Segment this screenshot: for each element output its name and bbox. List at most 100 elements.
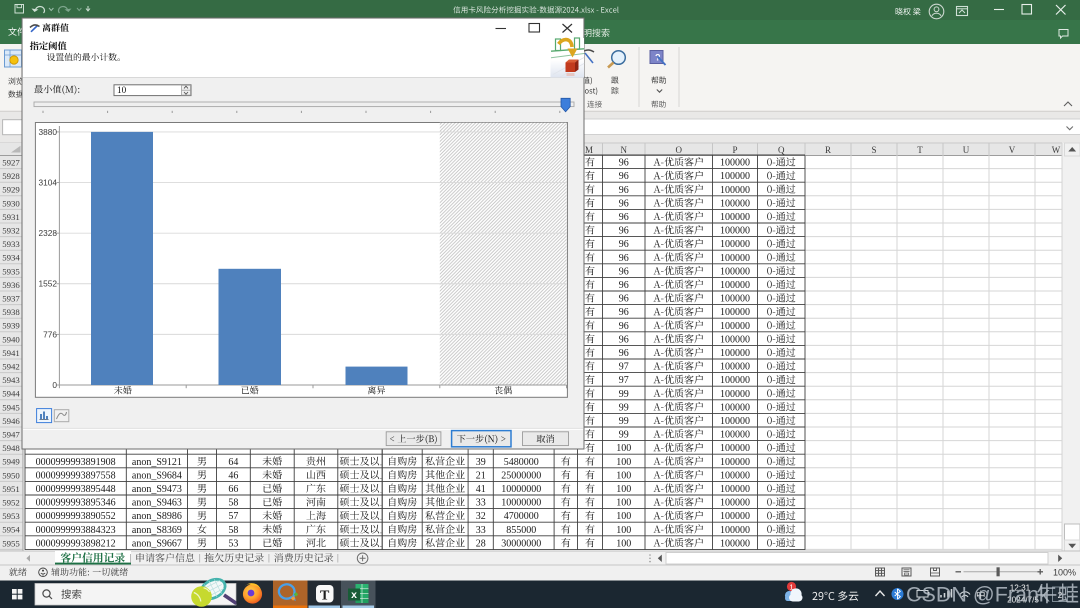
- svg-text:96: 96: [619, 294, 629, 305]
- svg-text:100000: 100000: [720, 198, 750, 209]
- svg-text:5947: 5947: [2, 430, 20, 440]
- svg-text:0000999993897558: 0000999993897558: [36, 470, 116, 481]
- svg-text:100000: 100000: [720, 185, 750, 196]
- svg-text:100000: 100000: [720, 239, 750, 250]
- svg-text:100000: 100000: [720, 280, 750, 291]
- svg-text:30000000: 30000000: [501, 538, 541, 549]
- svg-text:100000: 100000: [720, 511, 750, 522]
- svg-text:5938: 5938: [2, 307, 20, 317]
- svg-text:S: S: [871, 145, 876, 155]
- svg-text:N: N: [621, 145, 628, 155]
- svg-text:100000: 100000: [720, 525, 750, 536]
- svg-text:5940: 5940: [2, 334, 20, 344]
- svg-text:5952: 5952: [2, 498, 20, 508]
- svg-text:5927: 5927: [2, 158, 20, 168]
- svg-text:96: 96: [619, 348, 629, 359]
- svg-text:V: V: [1009, 145, 1016, 155]
- svg-text:M: M: [585, 145, 593, 155]
- svg-text:5928: 5928: [2, 171, 20, 181]
- svg-text:100000: 100000: [720, 266, 750, 277]
- svg-text:100000: 100000: [720, 253, 750, 264]
- svg-text:anon_S9473: anon_S9473: [132, 484, 182, 495]
- svg-text:100000: 100000: [720, 375, 750, 386]
- svg-text:97: 97: [619, 362, 629, 373]
- svg-text:100: 100: [616, 457, 631, 468]
- svg-text:96: 96: [619, 334, 629, 345]
- svg-text:96: 96: [619, 185, 629, 196]
- svg-text:100000: 100000: [720, 294, 750, 305]
- svg-text:2328: 2328: [39, 228, 58, 238]
- svg-text:100%: 100%: [1053, 568, 1076, 578]
- svg-text:anon_S8369: anon_S8369: [132, 525, 182, 536]
- svg-text:855000: 855000: [506, 525, 536, 536]
- svg-text:100000: 100000: [720, 430, 750, 441]
- svg-text:5946: 5946: [2, 416, 20, 426]
- svg-text:100: 100: [616, 498, 631, 509]
- svg-text:anon_S9667: anon_S9667: [132, 538, 182, 549]
- svg-text:100000: 100000: [720, 321, 750, 332]
- svg-text:100: 100: [616, 538, 631, 549]
- svg-text:W: W: [1052, 145, 1061, 155]
- svg-text:5935: 5935: [2, 266, 20, 276]
- svg-text:96: 96: [619, 158, 629, 169]
- svg-text:46: 46: [228, 470, 238, 481]
- svg-text:96: 96: [619, 171, 629, 182]
- svg-text:anon_S9121: anon_S9121: [132, 457, 182, 468]
- svg-text:96: 96: [619, 280, 629, 291]
- svg-text:5950: 5950: [2, 470, 20, 480]
- svg-text:5937: 5937: [2, 294, 20, 304]
- svg-text:96: 96: [619, 321, 629, 332]
- svg-text:96: 96: [619, 226, 629, 237]
- svg-text:100000: 100000: [720, 334, 750, 345]
- svg-text:776: 776: [43, 329, 57, 339]
- svg-text:100000: 100000: [720, 416, 750, 427]
- svg-text:39: 39: [476, 457, 486, 468]
- svg-text:100000: 100000: [720, 538, 750, 549]
- svg-text:4700000: 4700000: [504, 511, 539, 522]
- svg-text:99: 99: [619, 402, 629, 413]
- svg-text:28: 28: [476, 538, 486, 549]
- svg-text:100000: 100000: [720, 348, 750, 359]
- svg-text:10000000: 10000000: [501, 498, 541, 509]
- svg-text:96: 96: [619, 307, 629, 318]
- svg-text:1552: 1552: [39, 279, 58, 289]
- svg-text:100: 100: [616, 443, 631, 454]
- svg-text:96: 96: [619, 239, 629, 250]
- svg-text:0000999993891908: 0000999993891908: [36, 457, 116, 468]
- svg-text:53: 53: [228, 538, 238, 549]
- svg-text:21: 21: [476, 470, 486, 481]
- svg-text:5934: 5934: [2, 253, 20, 263]
- svg-text:5953: 5953: [2, 511, 20, 521]
- svg-text:25000000: 25000000: [501, 470, 541, 481]
- svg-text:100: 100: [616, 470, 631, 481]
- svg-text:5944: 5944: [2, 389, 20, 399]
- svg-text:5929: 5929: [2, 185, 20, 195]
- svg-text:99: 99: [619, 430, 629, 441]
- svg-text:33: 33: [476, 498, 486, 509]
- svg-text:U: U: [963, 145, 970, 155]
- svg-text:0000999993884323: 0000999993884323: [36, 525, 116, 536]
- svg-text:5945: 5945: [2, 402, 20, 412]
- svg-text:100000: 100000: [720, 362, 750, 373]
- svg-text:32: 32: [476, 511, 486, 522]
- svg-text:0000999993898212: 0000999993898212: [36, 538, 116, 549]
- svg-text:33: 33: [476, 525, 486, 536]
- svg-text:58: 58: [228, 498, 238, 509]
- svg-text:57: 57: [228, 511, 238, 522]
- svg-text:66: 66: [228, 484, 238, 495]
- svg-text:5948: 5948: [2, 443, 20, 453]
- svg-text:100000: 100000: [720, 158, 750, 169]
- svg-text:x: x: [351, 589, 357, 601]
- svg-text:5931: 5931: [2, 212, 20, 222]
- svg-text:100000: 100000: [720, 443, 750, 454]
- svg-text:96: 96: [619, 198, 629, 209]
- svg-text:anon_S8986: anon_S8986: [132, 511, 182, 522]
- svg-text:100000: 100000: [720, 212, 750, 223]
- svg-text:100000: 100000: [720, 226, 750, 237]
- svg-text:R: R: [825, 145, 831, 155]
- svg-text:64: 64: [228, 457, 238, 468]
- svg-text:96: 96: [619, 212, 629, 223]
- svg-text:5941: 5941: [2, 348, 20, 358]
- svg-text:3880: 3880: [39, 127, 58, 137]
- svg-text:10: 10: [117, 85, 127, 95]
